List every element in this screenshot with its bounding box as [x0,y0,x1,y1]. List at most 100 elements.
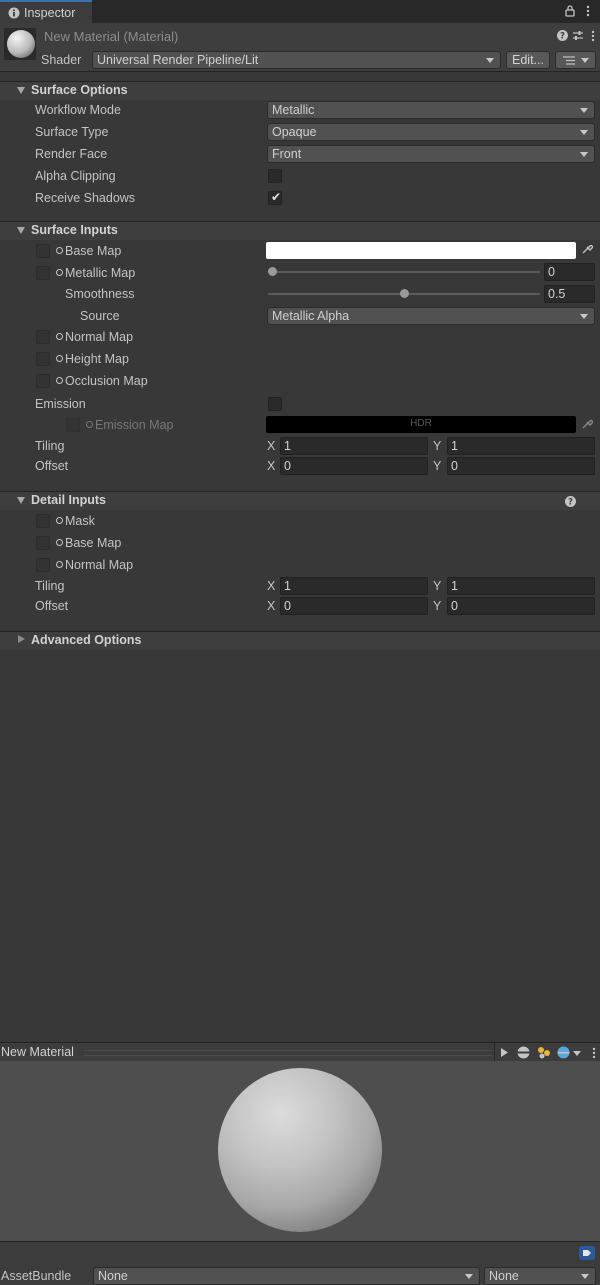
metallic-slider-handle[interactable] [268,267,277,276]
lock-icon[interactable] [565,5,575,17]
foldout-expanded-icon [17,227,25,234]
offset-x-field[interactable]: 0 [280,457,428,475]
asset-bundle-variant-dropdown[interactable]: None [484,1267,596,1285]
object-picker-icon[interactable] [56,269,63,276]
smoothness-slider-handle[interactable] [399,289,409,298]
height-map-texture-slot[interactable] [36,352,50,366]
tiling-y-label: Y [433,439,442,453]
metallic-map-texture-slot[interactable] [36,266,50,280]
shader-options-button[interactable] [555,51,596,69]
list-icon [563,56,575,65]
eyedropper-icon[interactable] [581,418,593,430]
advanced-options-header[interactable]: Advanced Options [0,631,600,650]
chevron-down-icon [580,108,588,113]
eyedropper-icon[interactable] [581,243,593,255]
asset-bundle-variant-value: None [489,1269,519,1283]
detail-tiling-y-value: 1 [451,579,458,593]
detail-base-map-texture-slot[interactable] [36,536,50,550]
object-picker-icon[interactable] [86,421,93,428]
occlusion-map-texture-slot[interactable] [36,374,50,388]
preset-sliders-icon[interactable] [572,30,584,41]
height-map-label: Height Map [65,352,129,366]
chevron-down-icon [581,1274,589,1279]
detail-tiling-x-field[interactable]: 1 [280,577,428,595]
detail-inputs-header[interactable]: Detail Inputs ? [0,491,600,510]
base-map-texture-slot[interactable] [36,244,50,258]
offset-x-label: X [267,459,276,473]
tab-menu-icon[interactable] [586,5,590,17]
object-picker-icon[interactable] [56,355,63,362]
detail-inputs-title: Detail Inputs [31,493,107,507]
preview-mesh-icon[interactable] [517,1046,530,1059]
detail-offset-y-field[interactable]: 0 [447,597,595,615]
preview-lighting-icon[interactable] [537,1046,551,1059]
occlusion-map-label: Occlusion Map [65,374,148,388]
detail-tiling-y-label: Y [433,579,442,593]
metallic-value-field[interactable]: 0 [544,263,595,281]
offset-y-label: Y [433,459,442,473]
surface-inputs-header[interactable]: Surface Inputs [0,221,600,240]
label-tag-icon[interactable] [579,1246,595,1260]
tab-inspector[interactable]: Inspector [0,0,92,23]
smoothness-value: 0.5 [548,287,566,301]
chevron-down-icon [580,130,588,135]
metallic-slider-track[interactable] [268,271,540,273]
object-picker-icon[interactable] [56,539,63,546]
tiling-x-field[interactable]: 1 [280,437,428,455]
play-icon[interactable] [500,1047,509,1058]
render-face-label: Render Face [35,147,108,161]
smoothness-label: Smoothness [65,287,135,301]
tiling-y-field[interactable]: 1 [447,437,595,455]
foldout-expanded-icon [17,87,25,94]
hdr-label: HDR [410,418,432,429]
object-picker-icon[interactable] [56,517,63,524]
preview-header[interactable]: New Material [0,1042,600,1063]
object-picker-icon[interactable] [56,377,63,384]
asset-bundle-name-dropdown[interactable]: None [93,1267,480,1285]
preview-title: New Material [1,1045,74,1059]
workflow-mode-value: Metallic [272,103,315,117]
detail-normal-map-texture-slot[interactable] [36,558,50,572]
shader-dropdown[interactable]: Universal Render Pipeline/Lit [92,51,501,69]
offset-x-value: 0 [284,459,291,473]
detail-mask-texture-slot[interactable] [36,514,50,528]
chevron-down-icon [486,58,494,63]
preview-menu-icon[interactable] [592,1047,596,1059]
edit-shader-button[interactable]: Edit... [506,51,550,69]
emission-color-field[interactable]: HDR [266,416,576,433]
asset-bundle-name-value: None [98,1269,128,1283]
object-picker-icon[interactable] [56,561,63,568]
advanced-options-title: Advanced Options [31,633,142,647]
help-icon[interactable]: ? [565,496,576,507]
smoothness-source-dropdown[interactable]: Metallic Alpha [267,307,595,325]
workflow-mode-dropdown[interactable]: Metallic [267,101,595,119]
offset-y-field[interactable]: 0 [447,457,595,475]
detail-tiling-y-field[interactable]: 1 [447,577,595,595]
detail-offset-x-label: X [267,599,276,613]
render-face-dropdown[interactable]: Front [267,145,595,163]
preview-sky-icon[interactable] [557,1046,570,1059]
alpha-clipping-checkbox[interactable] [268,169,282,183]
header-menu-icon[interactable] [591,30,595,42]
receive-shadows-checkbox[interactable]: ✔ [268,190,282,205]
object-picker-icon[interactable] [56,333,63,340]
material-thumbnail [4,28,36,60]
help-icon[interactable]: ? [557,30,568,41]
chevron-down-icon[interactable] [573,1051,581,1056]
divider [494,1043,495,1062]
surface-options-header[interactable]: Surface Options [0,81,600,100]
preview-resize-handle[interactable] [84,1050,492,1056]
emission-label: Emission [35,397,86,411]
metallic-value: 0 [548,265,555,279]
smoothness-value-field[interactable]: 0.5 [544,285,595,303]
detail-offset-x-field[interactable]: 0 [280,597,428,615]
surface-type-dropdown[interactable]: Opaque [267,123,595,141]
base-map-color-field[interactable] [266,242,576,259]
material-thumbnail-sphere [7,30,35,58]
emission-map-texture-slot[interactable] [66,418,80,432]
source-value: Metallic Alpha [272,309,350,323]
object-picker-icon[interactable] [56,247,63,254]
detail-mask-label: Mask [65,514,95,528]
emission-checkbox[interactable] [268,397,282,411]
normal-map-texture-slot[interactable] [36,330,50,344]
